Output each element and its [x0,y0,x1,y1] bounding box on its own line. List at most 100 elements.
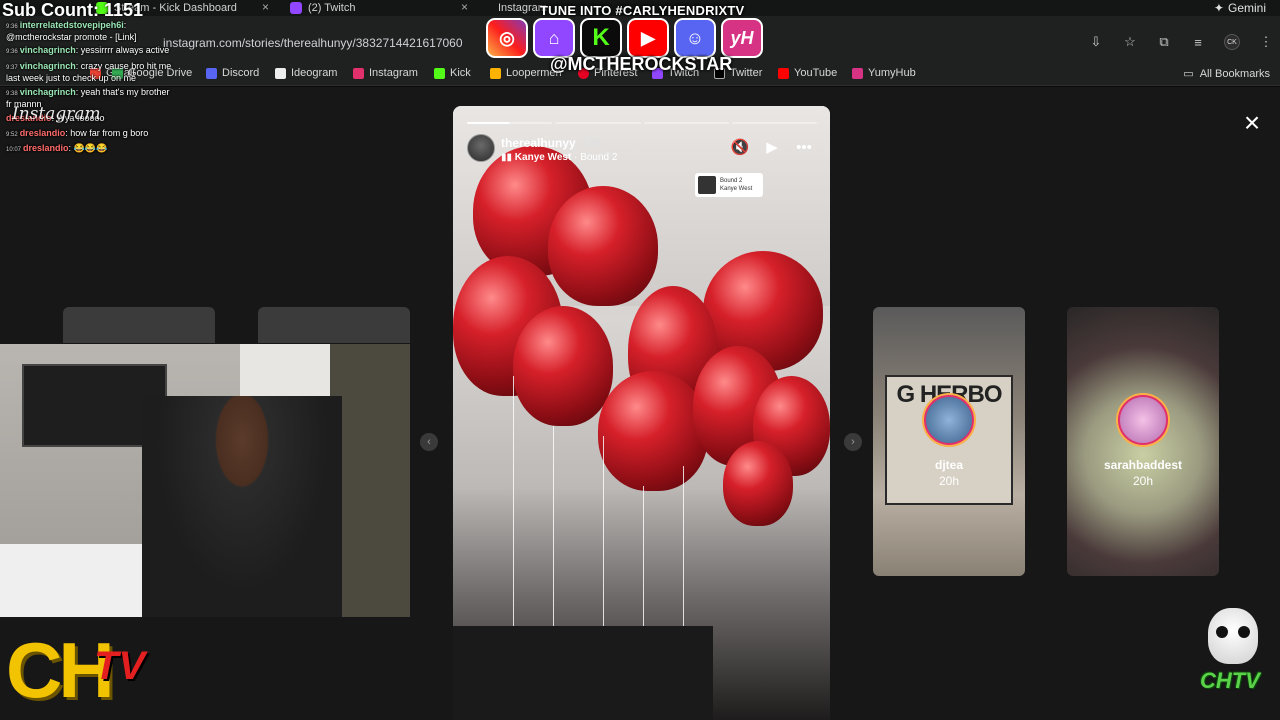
thumb-time: 20h [938,474,960,488]
kick-icon: K [580,18,622,58]
twitch-icon: ⌂ [533,18,575,58]
chat-timestamp: 10:07 [6,147,22,153]
story-controls: 🔇 ▶ ••• [731,138,813,157]
sub-count: Sub Count: 1151 [2,0,144,20]
chat-timestamp: 9:38 [6,91,18,97]
chat-timestamp: 9:52 [6,132,18,138]
all-bookmarks-button[interactable]: ▭ All Bookmarks [1183,67,1270,81]
skull-icon [1208,608,1258,664]
profile-avatar[interactable]: CK [1224,34,1240,50]
gemini-label: Gemini [1227,1,1266,15]
story-username[interactable]: therealhunyy [501,136,576,150]
story-viewer[interactable]: therealhunyy 14h ▮▮ Kanye West · Bound 2 … [453,106,830,720]
more-options-icon[interactable]: ••• [795,138,813,156]
browser-toolbar: ⇩ ☆ ⧉ ≡ CK ⋮ [1088,34,1274,50]
chevron-right-icon[interactable]: › [844,433,862,451]
chat-text: : how far from g boro [65,128,149,138]
story-music-line[interactable]: ▮▮ Kanye West · Bound 2 [501,152,617,163]
chat-text: : yessirrrr always active [75,45,170,55]
chat-text: : [123,20,127,30]
chat-text: last week just to check up on me [6,73,137,83]
kick-icon [434,67,445,79]
instagram-icon: ◎ [486,18,528,58]
close-stories-button[interactable]: × [1239,109,1265,137]
story-image-balloon [548,186,658,306]
webcam-door [330,344,410,617]
youtube-icon: ▶ [627,18,669,58]
story-thumbnail-previous[interactable] [63,307,215,343]
avatar[interactable] [467,134,495,162]
bookmark-instagram[interactable]: Instagram [353,67,418,79]
webcam-overlay [0,344,410,617]
story-time: 14h [581,136,602,150]
chtv-logo-right: CHTV [1198,596,1270,700]
logo-chtv-text: CHTV [1200,668,1260,693]
chat-message: 10:07 dreslandio: 😂😂😂 [6,143,107,156]
chat-username: interrelatedstovepipeh6i [19,20,124,30]
bookmark-ideogram[interactable]: Ideogram [275,67,337,79]
extensions-icon[interactable]: ⧉ [1156,34,1172,50]
bookmark-label: Ideogram [291,67,338,79]
logo-tv-text: TV [94,644,146,688]
all-bookmarks-label: All Bookmarks [1199,67,1270,80]
chat-message: 9:52 dreslandio: how far from g boro [6,128,148,141]
bookmark-label: Kick [450,67,471,79]
promo-banner: TUNE INTO #CARLYHENDRIXTV ◎ ⌂ K ▶ ☺ yH @… [486,0,796,80]
story-thumbnail-sarahbaddest[interactable]: sarahbaddest 20h [1067,307,1219,576]
url-text: instagram.com/stories/therealhunyy/38327… [163,36,463,50]
progress-segment [467,122,553,124]
story-image-balloon [513,306,613,426]
webcam-streamer [142,396,342,617]
chat-text: : yeah that's my brother [75,87,170,97]
chat-timestamp: 9:37 [6,65,18,71]
close-icon[interactable]: × [262,0,269,14]
progress-segment [731,122,817,124]
install-app-icon[interactable]: ⇩ [1088,34,1104,50]
story-progress-bar [467,122,817,124]
chat-text: : crazy cause bro hit me [75,61,172,71]
chat-timestamp: 9:36 [6,24,18,30]
instagram-script-logo: Instagram [12,104,101,124]
mute-icon[interactable]: 🔇 [731,138,750,156]
story-thumbnail-previous[interactable] [258,307,410,343]
avatar [924,395,974,445]
yumyhub-icon [852,67,863,79]
story-header: therealhunyy 14h ▮▮ Kanye West · Bound 2 … [467,134,817,168]
bookmark-discord[interactable]: Discord [206,67,259,79]
play-icon[interactable]: ▶ [763,138,781,156]
chat-message: 9:36 vinchagrinch: yessirrrr always activ… [6,45,169,58]
sparkle-icon: ✦ [1213,1,1224,15]
sticker-artist: Kanye West [720,186,753,192]
chat-text: @mctherockstar promote - [Link] [6,32,137,42]
gemini-button[interactable]: ✦ Gemini [1214,0,1266,16]
story-thumbnail-djtea[interactable]: G HERBO djtea 20h [873,307,1025,576]
music-separator: · [571,152,581,163]
music-bars-icon: ▮▮ [501,152,515,163]
social-icons: ◎ ⌂ K ▶ ☺ yH [486,18,763,58]
chat-username: vinchagrinch [19,61,76,71]
yumyhub-icon: yH [721,18,763,58]
avatar [1118,395,1168,445]
close-icon[interactable]: × [461,0,468,14]
chat-timestamp: 9:36 [6,49,18,55]
thumb-time: 20h [1132,474,1154,488]
chat-username: vinchagrinch [19,87,76,97]
star-icon[interactable]: ☆ [1122,34,1138,50]
chat-username: vinchagrinch [19,45,76,55]
tab-twitch[interactable]: (2) Twitch × [284,0,474,16]
bookmark-kick[interactable]: Kick [434,67,471,79]
story-image-balloon [723,441,793,526]
chevron-left-icon[interactable]: ‹ [420,433,438,451]
music-sticker[interactable]: Bound 2 Kanye West [695,173,763,197]
menu-icon[interactable]: ⋮ [1258,34,1274,50]
chat-username: dreslandio [23,143,69,153]
bookmark-yumyhub[interactable]: YumyHub [852,67,916,79]
discord-icon [206,67,217,79]
discord-icon: ☺ [674,18,716,58]
music-song: Bound 2 [580,152,618,163]
story-username-line[interactable]: therealhunyy 14h [501,136,602,150]
progress-segment [643,122,729,124]
skull-eye [1238,626,1250,638]
promo-handle: @MCTHEROCKSTAR [550,54,733,74]
media-controls-icon[interactable]: ≡ [1190,34,1206,50]
